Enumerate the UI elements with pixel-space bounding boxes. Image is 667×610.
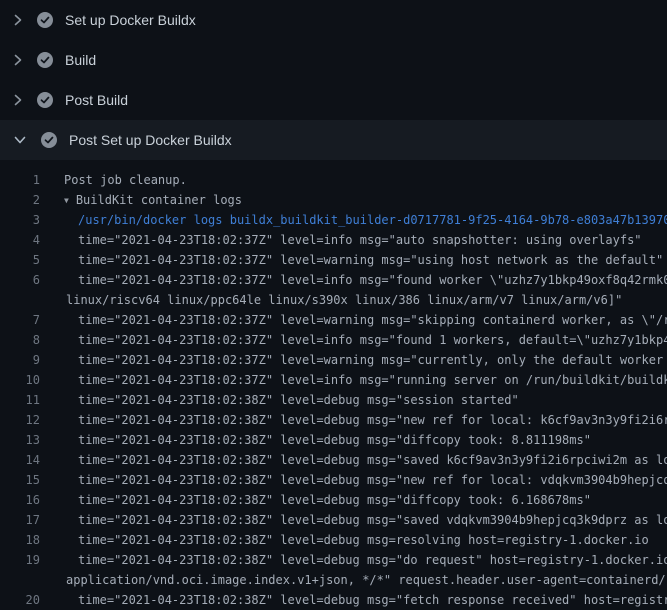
line-number[interactable]: 8: [0, 330, 40, 350]
log-line-8: 8time="2021-04-23T18:02:37Z" level=info …: [0, 330, 667, 350]
line-number[interactable]: 10: [0, 370, 40, 390]
line-number[interactable]: 19: [0, 550, 40, 570]
log-text: time="2021-04-23T18:02:37Z" level=info m…: [40, 270, 667, 290]
log-line-3: 3/usr/bin/docker logs buildx_buildkit_bu…: [0, 210, 667, 230]
log-text: application/vnd.oci.image.index.v1+json,…: [40, 570, 667, 590]
log-text: time="2021-04-23T18:02:37Z" level=info m…: [40, 330, 667, 350]
log-line-wrap: linux/riscv64 linux/ppc64le linux/s390x …: [0, 290, 667, 310]
step-label: Post Set up Docker Buildx: [69, 130, 232, 150]
line-number: [0, 570, 40, 590]
log-text: linux/riscv64 linux/ppc64le linux/s390x …: [40, 290, 667, 310]
line-number[interactable]: 3: [0, 210, 40, 230]
step-header-post-set-up-docker-buildx[interactable]: Post Set up Docker Buildx: [0, 120, 667, 160]
log-line-1: 1Post job cleanup.: [0, 170, 667, 190]
line-number[interactable]: 5: [0, 250, 40, 270]
group-expanded-triangle-icon: ▼: [64, 191, 69, 210]
check-circle-icon: [37, 52, 53, 68]
check-circle-icon: [41, 132, 57, 148]
line-number[interactable]: 7: [0, 310, 40, 330]
log-line-5: 5time="2021-04-23T18:02:37Z" level=warni…: [0, 250, 667, 270]
log-line-13: 13time="2021-04-23T18:02:38Z" level=debu…: [0, 430, 667, 450]
log-text: time="2021-04-23T18:02:37Z" level=warnin…: [40, 350, 667, 370]
line-number[interactable]: 4: [0, 230, 40, 250]
line-number[interactable]: 14: [0, 450, 40, 470]
log-group-toggle[interactable]: ▼ BuildKit container logs: [40, 190, 667, 210]
line-number[interactable]: 18: [0, 530, 40, 550]
check-circle-icon: [37, 12, 53, 28]
log-text: time="2021-04-23T18:02:38Z" level=debug …: [40, 470, 667, 490]
log-text: time="2021-04-23T18:02:38Z" level=debug …: [40, 530, 667, 550]
line-number[interactable]: 15: [0, 470, 40, 490]
log-group-label: BuildKit container logs: [76, 193, 242, 207]
log-text: time="2021-04-23T18:02:38Z" level=debug …: [40, 450, 667, 470]
log-text: time="2021-04-23T18:02:38Z" level=debug …: [40, 430, 667, 450]
chevron-right-icon: [13, 93, 23, 107]
log-line-11: 11time="2021-04-23T18:02:38Z" level=debu…: [0, 390, 667, 410]
log-text: time="2021-04-23T18:02:38Z" level=debug …: [40, 490, 667, 510]
chevron-down-icon: [13, 135, 27, 145]
log-text: time="2021-04-23T18:02:37Z" level=info m…: [40, 230, 667, 250]
log-text: time="2021-04-23T18:02:38Z" level=debug …: [40, 410, 667, 430]
log-line-wrap: application/vnd.oci.image.index.v1+json,…: [0, 570, 667, 590]
log-text: time="2021-04-23T18:02:37Z" level=warnin…: [40, 310, 667, 330]
log-text: time="2021-04-23T18:02:37Z" level=warnin…: [40, 250, 667, 270]
line-number[interactable]: 6: [0, 270, 40, 290]
line-number[interactable]: 9: [0, 350, 40, 370]
log-line-7: 7time="2021-04-23T18:02:37Z" level=warni…: [0, 310, 667, 330]
log-line-4: 4time="2021-04-23T18:02:37Z" level=info …: [0, 230, 667, 250]
chevron-right-icon: [13, 53, 23, 67]
log-line-17: 17time="2021-04-23T18:02:38Z" level=debu…: [0, 510, 667, 530]
log-text: Post job cleanup.: [40, 170, 667, 190]
line-number[interactable]: 2: [0, 190, 40, 210]
log-text: time="2021-04-23T18:02:38Z" level=debug …: [40, 390, 667, 410]
chevron-right-icon: [13, 13, 23, 27]
log-line-16: 16time="2021-04-23T18:02:38Z" level=debu…: [0, 490, 667, 510]
line-number[interactable]: 20: [0, 590, 40, 610]
step-label: Post Build: [65, 90, 128, 110]
line-number[interactable]: 13: [0, 430, 40, 450]
line-number[interactable]: 16: [0, 490, 40, 510]
log-line-2: 2 ▼ BuildKit container logs: [0, 190, 667, 210]
line-number[interactable]: 17: [0, 510, 40, 530]
log-text: time="2021-04-23T18:02:38Z" level=debug …: [40, 510, 667, 530]
log-line-14: 14time="2021-04-23T18:02:38Z" level=debu…: [0, 450, 667, 470]
step-header-set-up-docker-buildx[interactable]: Set up Docker Buildx: [0, 0, 667, 40]
line-number[interactable]: 12: [0, 410, 40, 430]
log-text: time="2021-04-23T18:02:37Z" level=info m…: [40, 370, 667, 390]
line-number[interactable]: 1: [0, 170, 40, 190]
log-text: time="2021-04-23T18:02:38Z" level=debug …: [40, 550, 667, 570]
step-header-post-build[interactable]: Post Build: [0, 80, 667, 120]
log-line-18: 18time="2021-04-23T18:02:38Z" level=debu…: [0, 530, 667, 550]
log-viewer: 1Post job cleanup.2 ▼ BuildKit container l…: [0, 160, 667, 610]
log-command-text: /usr/bin/docker logs buildx_buildkit_bui…: [40, 210, 667, 230]
line-number[interactable]: 11: [0, 390, 40, 410]
log-line-20: 20time="2021-04-23T18:02:38Z" level=debu…: [0, 590, 667, 610]
log-line-15: 15time="2021-04-23T18:02:38Z" level=debu…: [0, 470, 667, 490]
line-number: [0, 290, 40, 310]
log-line-10: 10time="2021-04-23T18:02:37Z" level=info…: [0, 370, 667, 390]
step-header-build[interactable]: Build: [0, 40, 667, 80]
log-line-9: 9time="2021-04-23T18:02:37Z" level=warni…: [0, 350, 667, 370]
log-text: time="2021-04-23T18:02:38Z" level=debug …: [40, 590, 667, 610]
log-line-19: 19time="2021-04-23T18:02:38Z" level=debu…: [0, 550, 667, 570]
step-label: Build: [65, 50, 96, 70]
check-circle-icon: [37, 92, 53, 108]
log-line-6: 6time="2021-04-23T18:02:37Z" level=info …: [0, 270, 667, 290]
log-line-12: 12time="2021-04-23T18:02:38Z" level=debu…: [0, 410, 667, 430]
step-list: Set up Docker Buildx Build Post Build Post …: [0, 0, 667, 160]
step-label: Set up Docker Buildx: [65, 10, 196, 30]
